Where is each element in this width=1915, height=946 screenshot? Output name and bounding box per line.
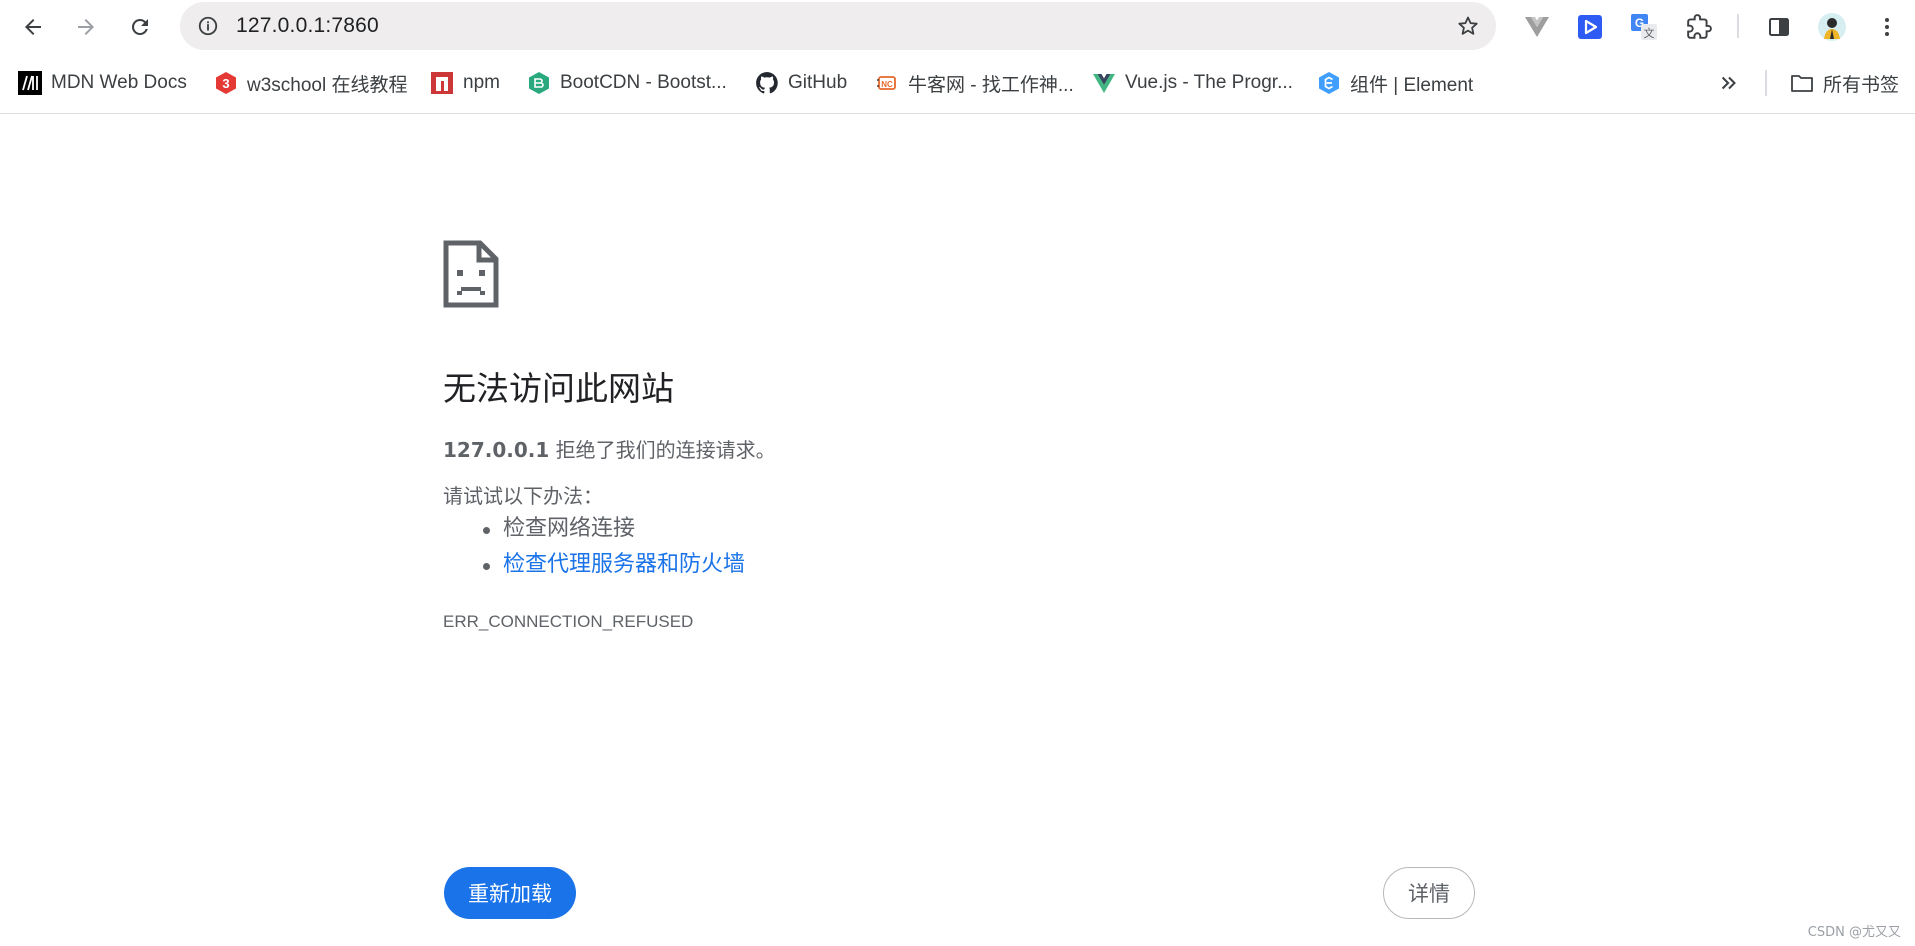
bookmark-element[interactable]: 组件 | Element	[1317, 68, 1473, 98]
bookmark-label: MDN Web Docs	[51, 72, 187, 93]
suggestion-item: 检查网络连接	[443, 511, 745, 547]
bookmark-w3school[interactable]: 3 w3school 在线教程	[214, 68, 408, 98]
suggestion-item[interactable]: 检查代理服务器和防火墙	[443, 547, 745, 583]
bookmark-mdn[interactable]: MDN Web Docs	[18, 68, 187, 98]
npm-icon	[430, 71, 454, 95]
puzzle-extensions-icon	[1687, 14, 1712, 39]
vue-icon	[1092, 71, 1116, 95]
error-title: 无法访问此网站	[443, 369, 674, 408]
side-panel-icon	[1769, 18, 1789, 36]
bookmark-label: 牛客网 - 找工作神...	[908, 74, 1074, 96]
bookmarks-overflow-button[interactable]	[1718, 68, 1740, 98]
bookmark-star-button[interactable]	[1454, 12, 1482, 40]
bookmark-bootcdn[interactable]: BootCDN - Bootst...	[527, 68, 727, 98]
reload-page-button[interactable]: 重新加载	[444, 867, 576, 919]
svg-text:3: 3	[222, 76, 229, 91]
error-code: ERR_CONNECTION_REFUSED	[443, 612, 694, 631]
vue-devtools-extension[interactable]	[1520, 10, 1554, 44]
bookmarks-bar: MDN Web Docs 3 w3school 在线教程 npm BootCDN…	[0, 53, 1915, 114]
reload-button[interactable]	[121, 8, 159, 46]
address-bar[interactable]: 127.0.0.1:7860	[180, 2, 1496, 50]
bookmark-label: GitHub	[788, 72, 848, 93]
more-vert-icon	[1885, 18, 1889, 36]
error-description-text: 拒绝了我们的连接请求。	[549, 438, 776, 462]
immersive-translate-extension[interactable]	[1573, 10, 1607, 44]
star-icon	[1458, 16, 1478, 35]
github-icon	[755, 71, 779, 95]
bookmark-label: 组件 | Element	[1350, 74, 1474, 96]
avatar	[1818, 13, 1846, 41]
info-icon	[198, 16, 218, 36]
suggestion-check-network: 检查网络连接	[503, 516, 636, 541]
mdn-icon	[18, 71, 42, 95]
error-host: 127.0.0.1	[443, 438, 550, 462]
back-button[interactable]	[14, 8, 52, 46]
site-info-button[interactable]	[192, 10, 224, 42]
browser-toolbar: 127.0.0.1:7860 G文	[0, 0, 1915, 53]
w3school-icon: 3	[214, 71, 238, 95]
bookmark-vue[interactable]: Vue.js - The Progr...	[1092, 68, 1293, 98]
bookmark-label: npm	[463, 72, 500, 93]
error-description: 127.0.0.1 拒绝了我们的连接请求。	[443, 434, 776, 463]
side-panel-button[interactable]	[1762, 10, 1796, 44]
bookmarks-divider	[1765, 70, 1767, 96]
try-label: 请试试以下办法：	[443, 484, 603, 508]
suggestion-check-proxy-link[interactable]: 检查代理服务器和防火墙	[503, 552, 745, 577]
bookmark-label: w3school 在线教程	[247, 74, 408, 96]
immersive-translate-icon	[1578, 15, 1602, 39]
details-button[interactable]: 详情	[1383, 867, 1475, 919]
google-translate-icon: G文	[1631, 14, 1657, 40]
bookmark-label: Vue.js - The Progr...	[1125, 72, 1293, 93]
all-bookmarks-label: 所有书签	[1823, 74, 1900, 96]
url-text[interactable]: 127.0.0.1:7860	[236, 14, 379, 38]
all-bookmarks-button[interactable]: 所有书签	[1790, 68, 1899, 98]
bootcdn-icon	[527, 71, 551, 95]
reload-icon	[131, 18, 148, 35]
extensions-button[interactable]	[1682, 10, 1716, 44]
bullet	[483, 527, 490, 534]
watermark: CSDN @尤又又	[1807, 925, 1901, 940]
bookmark-label: BootCDN - Bootst...	[560, 72, 727, 93]
bookmark-nowcoder[interactable]: NC 牛客网 - 找工作神...	[875, 68, 1074, 98]
folder-icon	[1790, 71, 1814, 95]
svg-text:文: 文	[1644, 26, 1655, 40]
forward-button[interactable]	[67, 8, 105, 46]
google-translate-extension[interactable]: G文	[1627, 10, 1661, 44]
suggestions-list: 检查网络连接 检查代理服务器和防火墙	[443, 511, 745, 583]
toolbar-divider	[1737, 14, 1739, 38]
profile-avatar[interactable]	[1815, 10, 1849, 44]
browser-menu-button[interactable]	[1870, 10, 1904, 44]
svg-text:NC: NC	[881, 80, 893, 89]
arrow-left-icon	[25, 19, 41, 35]
bullet	[483, 563, 490, 570]
double-chevron-icon	[1721, 76, 1736, 90]
vue-devtools-icon	[1525, 17, 1549, 37]
sad-document-icon	[443, 240, 499, 308]
element-icon	[1317, 71, 1341, 95]
bookmark-npm[interactable]: npm	[430, 68, 500, 98]
arrow-right-icon	[78, 19, 94, 35]
nowcoder-icon: NC	[875, 71, 899, 95]
bookmark-github[interactable]: GitHub	[755, 68, 847, 98]
